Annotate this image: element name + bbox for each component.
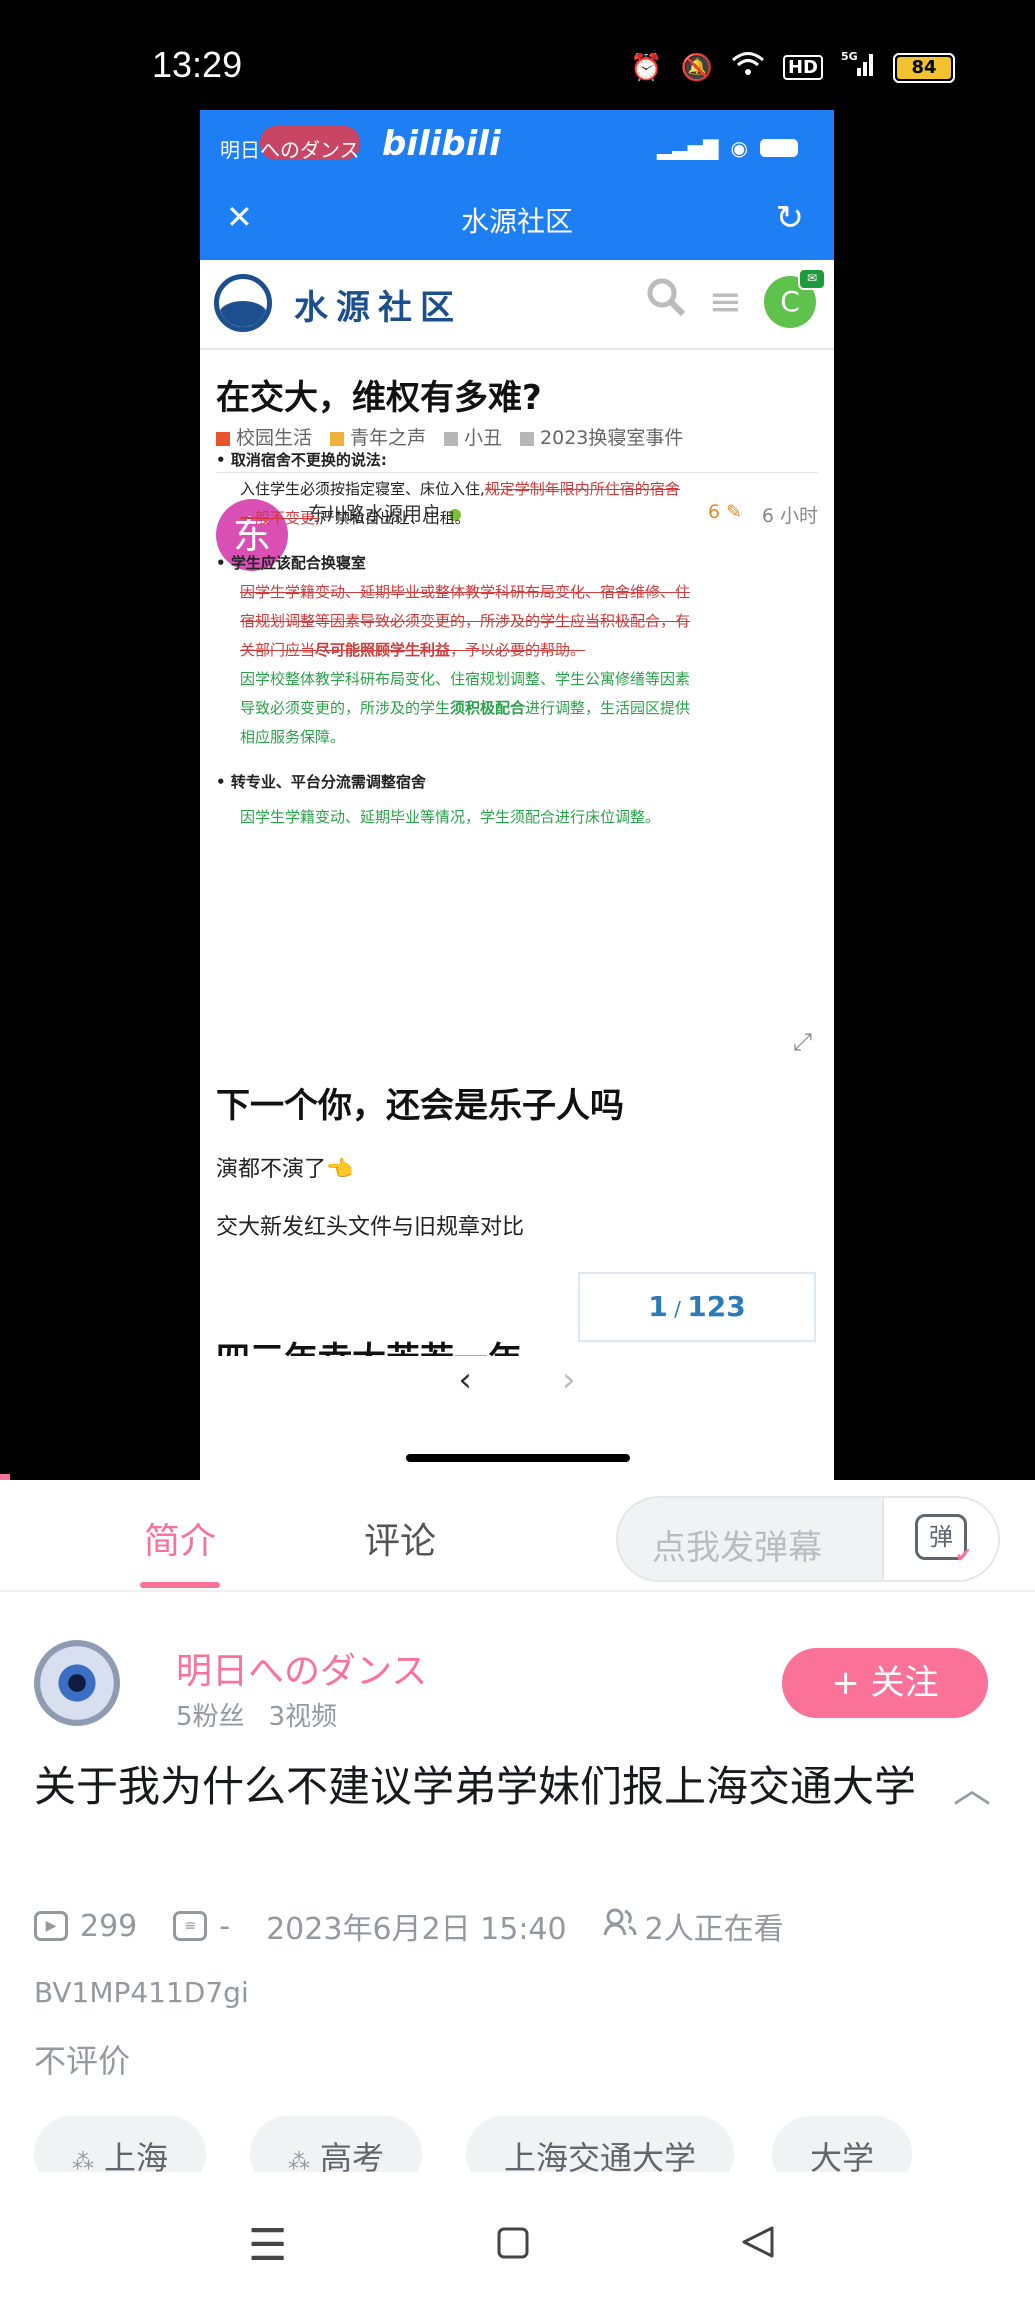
doc-bullet: • 取消宿舍不更换的说法: [216, 451, 387, 469]
post-body: 下一个你，还会是乐子人吗 演都不演了👈 交大新发红头文件与旧规章对比 [216, 1078, 816, 1267]
signal-icon: 5G [841, 50, 875, 85]
follow-button[interactable]: + 关注 [782, 1648, 988, 1718]
home-indicator [406, 1454, 630, 1462]
doc-line: 入住学生必须按指定寝室、床位入住,规定学制年限内所住宿的宿舍 [240, 480, 680, 498]
home-square-icon[interactable] [496, 2220, 530, 2271]
wifi-icon [731, 51, 765, 84]
post-heading: 下一个你，还会是乐子人吗 [216, 1086, 624, 1126]
hd-badge: HD [782, 55, 823, 80]
inner-battery-icon [760, 139, 798, 157]
tab-intro[interactable]: 简介 [144, 1512, 216, 1564]
uploader-name[interactable]: 明日へのダンス [176, 1642, 427, 1694]
bvid: BV1MP411D7gi [34, 1976, 249, 2009]
battery-level: 84 [897, 56, 951, 79]
video-title: 关于我为什么不建议学弟学妹们报上海交通大学 [34, 1762, 917, 1811]
doc-line: 相应服务保障。 [240, 728, 346, 746]
doc-bullet: • 转专业、平台分流需调整宿舍 [216, 773, 426, 791]
user-initial: C [780, 285, 800, 318]
video-progress-bar[interactable] [0, 1474, 10, 1480]
battery-icon: 84 [893, 52, 955, 83]
status-icons: ⏰ 🔕 HD 5G 84 [630, 50, 955, 85]
mute-icon: 🔕 [680, 52, 713, 83]
video-frame[interactable]: 明日へのダンス bilibili ▂▃▅▇ ◉ ✕ 水源社区 ↻ 水源社区 ≡ … [200, 110, 834, 1480]
post-paragraph: 演都不演了👈 [216, 1157, 354, 1182]
publish-date: 2023年6月2日 15:40 [266, 1912, 567, 1947]
menu-icon[interactable]: ☰ [248, 2220, 287, 2271]
svg-text:5G: 5G [841, 50, 858, 63]
post-title: 在交大，维权有多难? [216, 378, 542, 418]
danmaku-toggle-button[interactable]: 弹 ✔ [882, 1498, 998, 1580]
viewers-icon [603, 1907, 637, 1945]
forum-logo-icon [214, 274, 272, 332]
tab-indicator [140, 1582, 220, 1588]
inner-status-icons: ▂▃▅▇ ◉ [657, 136, 798, 160]
user-avatar: C ✉ [764, 268, 826, 328]
danmaku-input[interactable]: 点我发弹幕 [652, 1520, 822, 1569]
chevron-left-icon: ‹ [458, 1360, 472, 1400]
doc-line: 因学校整体教学科研布局变化、住宿规划调整、学生公寓修缮等因素 [240, 670, 691, 688]
chevron-right-icon: › [562, 1360, 576, 1400]
doc-bullet: • 学生应该配合换寝室 [216, 554, 366, 572]
system-navbar: ☰ [0, 2190, 1035, 2299]
danmaku-count-icon: ≡ [173, 1911, 208, 1941]
inner-app-topbar: 明日へのダンス bilibili ▂▃▅▇ ◉ ✕ 水源社区 ↻ [200, 110, 834, 260]
danmaku-count: - [219, 1908, 231, 1944]
expand-icon: ⤢ [792, 1028, 812, 1056]
content-tabs: 简介 评论 点我发弹幕 弹 ✔ [0, 1482, 1035, 1592]
watching-count: 2人正在看 [644, 1912, 784, 1947]
status-time: 13:29 [152, 44, 243, 85]
fans-count: 5粉丝 [176, 1702, 245, 1732]
regulation-comparison-image: • 取消宿舍不更换的说法: 入住学生必须按指定寝室、床位入住,规定学制年限内所住… [216, 440, 816, 826]
back-triangle-icon[interactable] [740, 2220, 776, 2271]
play-count: 299 [80, 1908, 138, 1944]
danmaku-input-box[interactable]: 点我发弹幕 弹 ✔ [616, 1496, 1000, 1582]
uploader-avatar[interactable] [34, 1640, 120, 1726]
hamburger-icon: ≡ [708, 279, 742, 325]
post-navigation: ‹ › [200, 1360, 834, 1400]
doc-line: 导致必须变更的，所涉及的学生须积极配合进行调整，生活园区提供 [240, 699, 691, 717]
bilibili-logo: bilibili [382, 124, 501, 164]
inner-wifi-icon: ◉ [730, 136, 748, 160]
forum-header: 水源社区 ≡ C ✉ [200, 260, 834, 350]
post-paragraph: 交大新发红头文件与旧规章对比 [216, 1215, 525, 1240]
videos-count: 3视频 [268, 1702, 338, 1732]
reload-icon: ↻ [775, 198, 805, 238]
uploader-stats: 5粉丝 3视频 [176, 1696, 337, 1733]
tab-comments[interactable]: 评论 [364, 1512, 436, 1564]
search-icon [646, 277, 686, 327]
doc-line: 一般不变更,严禁私自出让、出租。 [240, 509, 470, 527]
forum-name: 水源社区 [294, 288, 462, 328]
video-player[interactable]: 明日へのダンス bilibili ▂▃▅▇ ◉ ✕ 水源社区 ↻ 水源社区 ≡ … [0, 110, 1035, 1480]
play-count-icon: ▶ [34, 1911, 68, 1941]
inner-signal-icon: ▂▃▅▇ [657, 136, 719, 160]
alarm-icon: ⏰ [630, 52, 663, 83]
chevron-up-icon[interactable]: ︿ [953, 1758, 991, 1813]
cut-off-heading: 四三年幸大苦若一年 [216, 1332, 522, 1356]
doc-line: 因学生学籍变动、延期毕业或整体教学科研布局变化、宿舍维修、住 [240, 583, 691, 601]
doc-line: 关部门应当尽可能照顾学生利益，予以必要的帮助。 [240, 641, 586, 659]
post-progress: 1 / 123 [578, 1272, 816, 1342]
doc-line: 宿规划调整等因素导致必须变更的，所涉及的学生应当积极配合，有 [240, 612, 691, 630]
forum-actions: ≡ C ✉ [646, 268, 826, 328]
inner-page-title: 水源社区 [460, 205, 573, 238]
video-stats: ▶ 299 ≡ - 2023年6月2日 15:40 2人正在看 [34, 1904, 784, 1948]
rating: 不评价 [34, 2042, 131, 2080]
doc-line: 因学生学籍变动、延期毕业等情况，学生须配合进行床位调整。 [240, 808, 661, 826]
owner-watermark: 明日へのダンス [220, 138, 360, 162]
status-bar: 13:29 ⏰ 🔕 HD 5G 84 [0, 0, 1035, 110]
danmaku-tv-icon: 弹 ✔ [915, 1514, 972, 1565]
mail-icon: ✉ [798, 268, 826, 290]
